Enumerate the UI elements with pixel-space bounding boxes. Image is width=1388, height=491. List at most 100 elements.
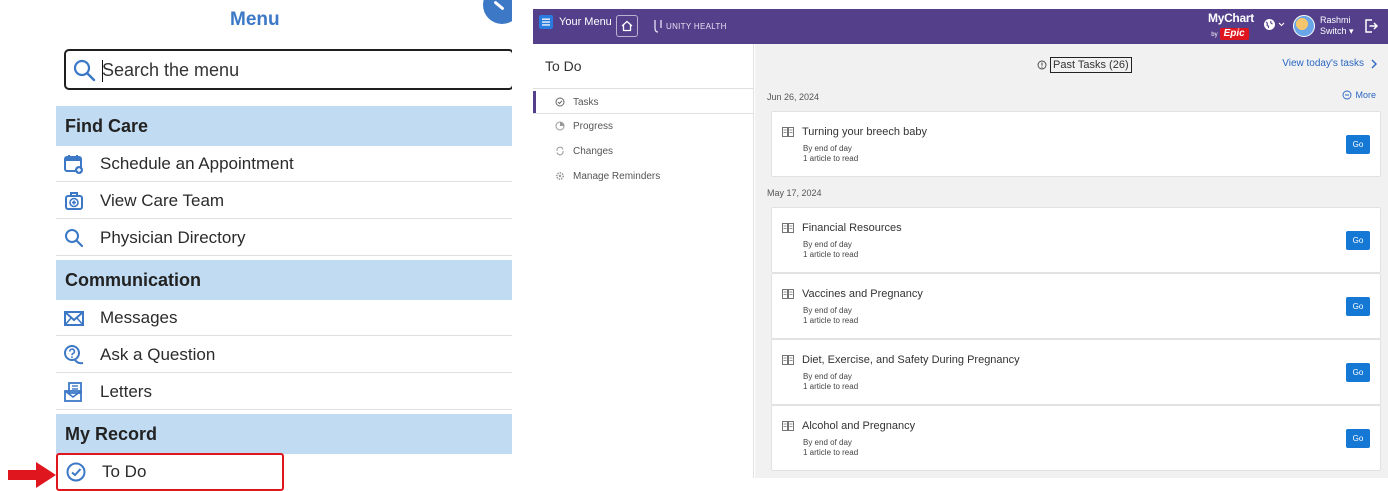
logout-icon[interactable] (1363, 18, 1379, 34)
menu-item-label: Messages (100, 307, 178, 327)
epic-brand: Epic (1219, 28, 1249, 40)
date-header: May 17, 2024 (767, 188, 822, 198)
search-input[interactable] (102, 55, 502, 85)
home-icon (621, 20, 633, 32)
user-switch-button[interactable]: Rashmi Switch ▾ (1320, 15, 1354, 37)
language-button[interactable] (1263, 18, 1285, 31)
task-due: By end of day (803, 372, 852, 381)
your-menu-label: Your Menu (559, 16, 612, 28)
task-detail: 1 article to read (803, 250, 859, 259)
nav-tasks-label: Tasks (573, 96, 599, 108)
task-detail: 1 article to read (803, 382, 859, 391)
progress-icon (555, 121, 565, 131)
task-due: By end of day (803, 144, 852, 153)
divider (533, 113, 754, 114)
go-button[interactable]: Go (1346, 429, 1370, 448)
task-title: Turning your breech baby (802, 126, 927, 138)
tasks-content: Past Tasks (26) View today's tasks Jun 2… (755, 44, 1388, 478)
home-button[interactable] (616, 15, 638, 37)
menu-item-view-care-team[interactable]: View Care Team (56, 183, 512, 219)
date-header: Jun 26, 2024 (767, 92, 820, 102)
task-due: By end of day (803, 240, 852, 249)
text-cursor (102, 60, 103, 82)
chevron-down-icon (1278, 22, 1285, 27)
past-tasks-label: Past Tasks (26) (1050, 57, 1132, 73)
unity-health-logo: UNITY HEALTH (654, 19, 727, 33)
go-button[interactable]: Go (1346, 231, 1370, 250)
go-button[interactable]: Go (1346, 363, 1370, 382)
clock-check-icon (64, 460, 88, 484)
nav-progress-label: Progress (573, 120, 614, 132)
menu-item-letters[interactable]: Letters (56, 374, 512, 410)
org-logo-text: UNITY HEALTH (666, 21, 727, 31)
menu-item-label: To Do (102, 462, 147, 481)
search-icon (73, 59, 96, 82)
task-due: By end of day (803, 438, 852, 447)
task-detail: 1 article to read (803, 448, 859, 457)
task-detail: 1 article to read (803, 316, 859, 325)
book-icon (782, 421, 794, 431)
nav-tasks[interactable]: Tasks (533, 91, 754, 113)
search-box[interactable] (64, 49, 512, 90)
menu-item-schedule-appointment[interactable]: Schedule an Appointment (56, 146, 512, 182)
question-bubble-icon (62, 343, 86, 367)
go-button[interactable]: Go (1346, 135, 1370, 154)
your-menu-button[interactable]: Your Menu (539, 15, 612, 29)
menu-item-label: Schedule an Appointment (100, 153, 294, 173)
chevron-right-icon (1371, 59, 1377, 68)
minus-circle-icon (1343, 90, 1352, 100)
book-icon (782, 289, 794, 299)
go-button[interactable]: Go (1346, 297, 1370, 316)
user-switch-label: Switch ▾ (1320, 26, 1354, 36)
hamburger-icon (539, 15, 553, 29)
book-icon (782, 127, 794, 137)
menu-title: Menu (230, 9, 280, 30)
task-card: Turning your breech baby By end of day 1… (771, 111, 1381, 177)
task-title: Diet, Exercise, and Safety During Pregna… (802, 354, 1020, 366)
unity-health-logo-icon (654, 20, 662, 33)
past-tasks-link[interactable]: Past Tasks (26) (1037, 57, 1132, 73)
info-icon (1037, 60, 1047, 70)
book-icon (782, 223, 794, 233)
book-icon (782, 355, 794, 365)
menu-item-label: Ask a Question (100, 344, 216, 364)
check-circle-icon (555, 97, 565, 107)
task-title: Financial Resources (802, 222, 902, 234)
menu-item-to-do[interactable]: To Do (56, 453, 284, 491)
task-title: Vaccines and Pregnancy (802, 288, 923, 300)
todo-heading: To Do (545, 58, 582, 74)
menu-item-label: View Care Team (100, 190, 225, 210)
task-due: By end of day (803, 306, 852, 315)
nav-changes[interactable]: Changes (533, 140, 754, 162)
avatar[interactable] (1293, 15, 1315, 37)
task-card: Alcohol and Pregnancy By end of day 1 ar… (771, 405, 1381, 471)
todo-sidebar: To Do Tasks Progress Changes Manage Remi… (533, 44, 754, 478)
edit-icon[interactable] (483, 0, 512, 24)
top-bar: Your Menu UNITY HEALTH MyChart by Epic R… (533, 9, 1388, 44)
nav-manage-reminders[interactable]: Manage Reminders (533, 165, 754, 187)
section-my-record: My Record (56, 414, 512, 454)
mychart-logo: MyChart by Epic (1208, 11, 1254, 42)
menu-item-messages[interactable]: Messages (56, 300, 512, 336)
view-todays-tasks-label: View today's tasks (1282, 58, 1364, 69)
mychart-window: Your Menu UNITY HEALTH MyChart by Epic R… (533, 9, 1388, 478)
envelope-icon (62, 306, 86, 330)
menu-item-ask-a-question[interactable]: Ask a Question (56, 337, 512, 373)
more-label: More (1355, 90, 1376, 100)
more-link[interactable]: More (1342, 90, 1376, 100)
gear-icon (555, 171, 565, 181)
nav-manage-reminders-label: Manage Reminders (573, 170, 661, 182)
task-card: Financial Resources By end of day 1 arti… (771, 207, 1381, 273)
brand-by: by (1211, 32, 1218, 38)
menu-panel: Menu Find Care Schedule an Appointment (0, 0, 512, 491)
mychart-brand: MyChart (1208, 11, 1254, 25)
section-find-care: Find Care (56, 106, 512, 146)
calendar-plus-icon (62, 152, 86, 176)
search-icon (62, 226, 86, 250)
menu-item-physician-directory[interactable]: Physician Directory (56, 220, 512, 256)
task-card: Vaccines and Pregnancy By end of day 1 a… (771, 273, 1381, 339)
medical-bag-icon (62, 189, 86, 213)
nav-progress[interactable]: Progress (533, 115, 754, 137)
view-todays-tasks-link[interactable]: View today's tasks (1282, 58, 1378, 69)
task-title: Alcohol and Pregnancy (802, 420, 916, 432)
